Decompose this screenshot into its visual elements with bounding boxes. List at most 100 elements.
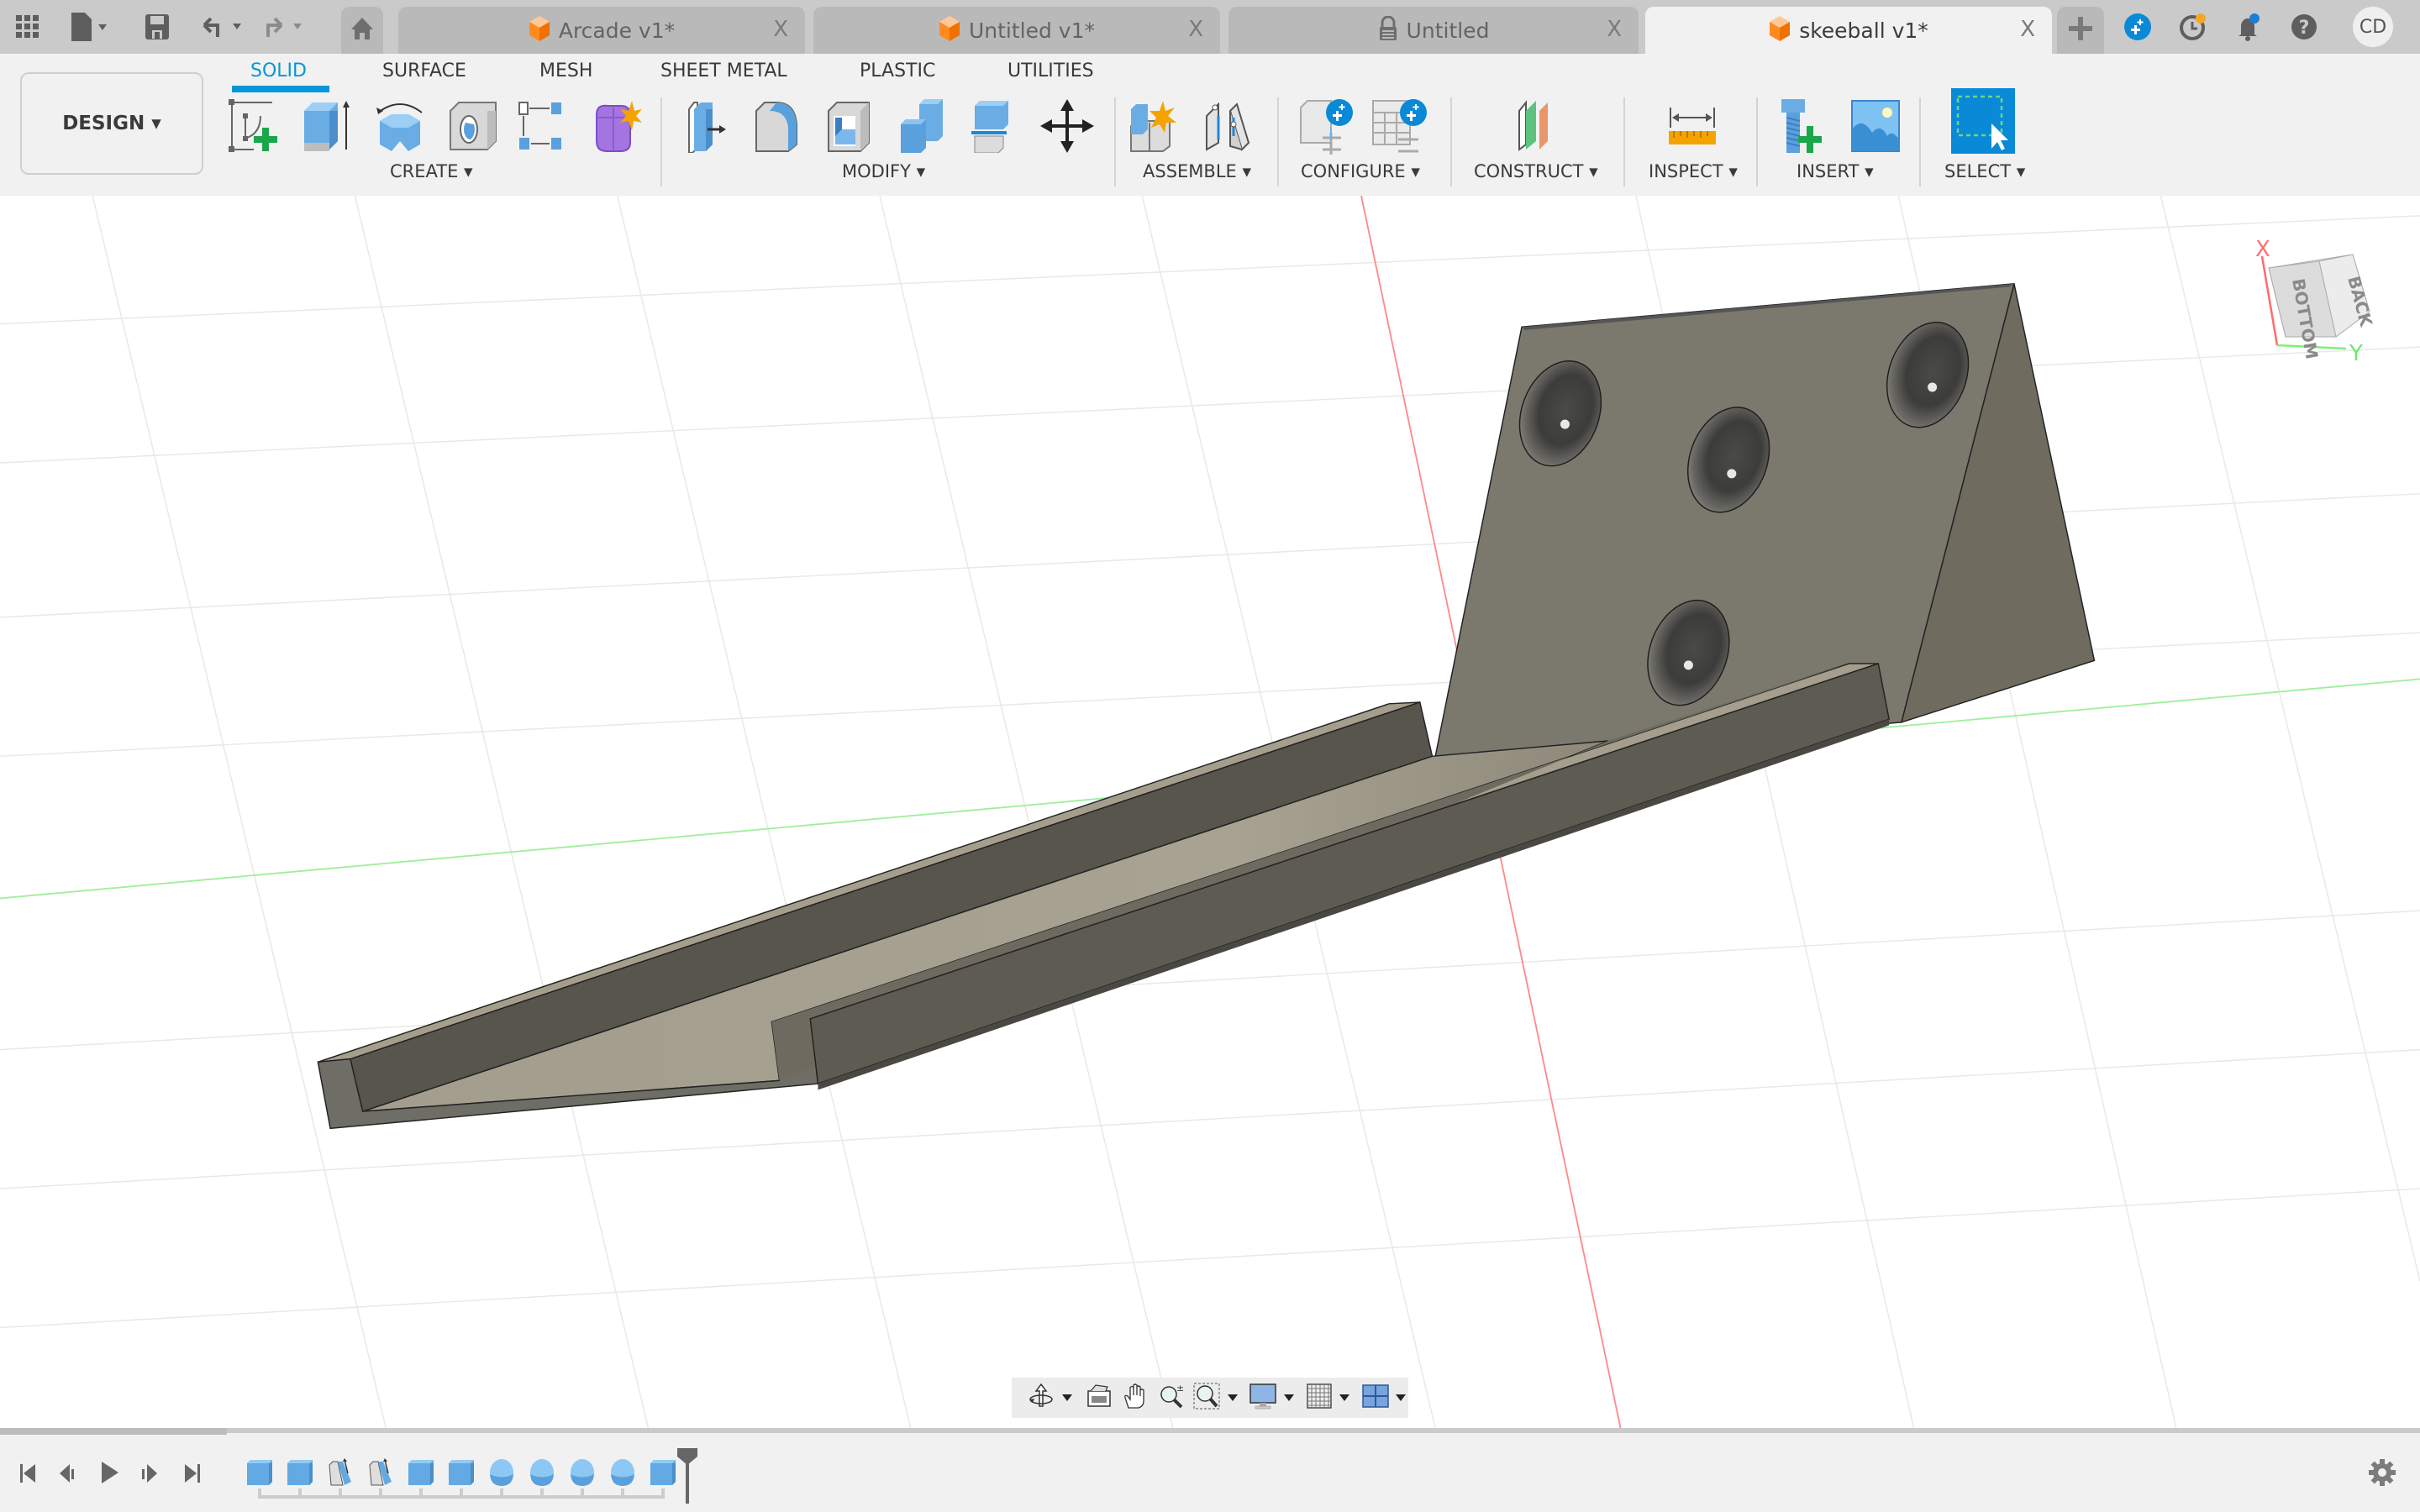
create-sketch-tool[interactable] bbox=[225, 94, 286, 161]
tab-plastic[interactable]: PLASTIC bbox=[860, 60, 935, 81]
insert-mcmaster-tool[interactable] bbox=[1775, 94, 1835, 161]
undo-icon[interactable] bbox=[198, 10, 249, 44]
tab-solid[interactable]: SOLID bbox=[250, 60, 307, 81]
save-icon[interactable] bbox=[143, 10, 171, 44]
group-divider bbox=[1114, 97, 1116, 186]
extrude-tool[interactable] bbox=[297, 94, 358, 161]
configure-menu[interactable]: CONFIGURE ▾ bbox=[1301, 161, 1420, 181]
move-copy-tool[interactable] bbox=[1037, 94, 1097, 161]
tab-mesh[interactable]: MESH bbox=[539, 60, 592, 81]
step-forward-button[interactable] bbox=[138, 1460, 163, 1488]
timeline-feature-extrude[interactable] bbox=[245, 1458, 274, 1487]
grid-icon[interactable] bbox=[12, 10, 44, 44]
new-component-tool[interactable] bbox=[1126, 94, 1186, 161]
user-avatar[interactable]: CD bbox=[2353, 7, 2393, 47]
timeline-feature-draft[interactable] bbox=[326, 1458, 355, 1487]
display-settings-button[interactable] bbox=[1245, 1378, 1281, 1418]
orbit-dropdown[interactable] bbox=[1060, 1378, 1075, 1418]
inspect-menu[interactable]: INSPECT ▾ bbox=[1649, 161, 1738, 181]
timeline-settings-button[interactable] bbox=[2368, 1458, 2396, 1487]
close-icon[interactable]: X bbox=[1607, 17, 1622, 42]
create-form-tool[interactable] bbox=[587, 94, 647, 161]
window-select-tool[interactable] bbox=[1949, 88, 2017, 156]
grid-dropdown[interactable] bbox=[1337, 1378, 1352, 1418]
insert-canvas-tool[interactable] bbox=[1845, 94, 1906, 161]
press-pull-tool[interactable] bbox=[676, 94, 736, 161]
shell-tool[interactable] bbox=[820, 94, 881, 161]
grid-snaps-button[interactable] bbox=[1302, 1378, 1338, 1418]
zoom-icon: ± bbox=[1158, 1383, 1185, 1413]
display-settings-icon bbox=[1249, 1383, 1277, 1413]
timeline-feature-extrude[interactable] bbox=[286, 1458, 314, 1487]
tab-untitled-v1[interactable]: Untitled v1* X bbox=[813, 7, 1220, 54]
timeline-feature-sphere[interactable] bbox=[528, 1458, 556, 1487]
offset-plane-tool[interactable] bbox=[1509, 94, 1570, 161]
step-back-button[interactable] bbox=[55, 1460, 81, 1488]
play-button[interactable] bbox=[97, 1460, 123, 1488]
revolve-icon bbox=[373, 99, 427, 156]
zoom-button[interactable]: ± bbox=[1153, 1378, 1189, 1418]
close-icon[interactable]: X bbox=[1188, 17, 1203, 42]
close-icon[interactable]: X bbox=[773, 17, 788, 42]
view-cube[interactable]: BOTTOM BACK X Y bbox=[2235, 237, 2395, 381]
modify-menu[interactable]: MODIFY ▾ bbox=[842, 161, 925, 181]
notifications-icon[interactable] bbox=[2233, 12, 2264, 42]
timeline-feature-extrude[interactable] bbox=[649, 1458, 677, 1487]
job-status-icon[interactable] bbox=[2178, 12, 2208, 42]
pattern-tool[interactable] bbox=[514, 94, 575, 161]
pan-button[interactable] bbox=[1118, 1378, 1154, 1418]
close-icon[interactable]: X bbox=[2020, 17, 2035, 42]
extensions-icon[interactable] bbox=[2123, 12, 2153, 42]
timeline-feature-sphere[interactable] bbox=[568, 1458, 597, 1487]
timeline-feature-extrude[interactable] bbox=[407, 1458, 435, 1487]
measure-tool[interactable] bbox=[1662, 94, 1723, 161]
file-icon[interactable] bbox=[67, 10, 114, 44]
orbit-button[interactable] bbox=[1023, 1378, 1060, 1418]
workspace-switcher-button[interactable]: DESIGN ▾ bbox=[20, 72, 203, 175]
timeline-feature-extrude[interactable] bbox=[447, 1458, 476, 1487]
group-divider bbox=[660, 97, 662, 186]
design-cube-icon bbox=[529, 15, 550, 45]
go-to-start-button[interactable] bbox=[15, 1460, 40, 1488]
gear-icon bbox=[2368, 1459, 2396, 1490]
3d-viewport-canvas[interactable]: BOTTOM BACK X Y bbox=[0, 196, 2420, 1428]
combine-tool[interactable] bbox=[892, 94, 953, 161]
construct-menu[interactable]: CONSTRUCT ▾ bbox=[1474, 161, 1598, 181]
tab-utilities[interactable]: UTILITIES bbox=[1007, 60, 1094, 81]
configure-tool[interactable] bbox=[1297, 94, 1358, 161]
revolve-tool[interactable] bbox=[370, 94, 430, 161]
select-menu[interactable]: SELECT ▾ bbox=[1944, 161, 2025, 181]
home-tab[interactable] bbox=[341, 7, 383, 54]
joint-tool[interactable] bbox=[1197, 94, 1257, 161]
viewports-dropdown[interactable] bbox=[1393, 1378, 1408, 1418]
tab-arcade[interactable]: Arcade v1* X bbox=[398, 7, 805, 54]
go-to-end-button[interactable] bbox=[180, 1460, 205, 1488]
display-settings-dropdown[interactable] bbox=[1281, 1378, 1297, 1418]
tab-skeeball[interactable]: skeeball v1* X bbox=[1645, 7, 2052, 54]
insert-image-icon bbox=[1849, 99, 1902, 156]
timeline-feature-sphere[interactable] bbox=[608, 1458, 637, 1487]
help-icon[interactable]: ? bbox=[2289, 12, 2319, 42]
group-divider bbox=[1277, 97, 1279, 186]
timeline-marker[interactable] bbox=[677, 1448, 697, 1504]
configuration-table-tool[interactable] bbox=[1370, 94, 1430, 161]
look-at-button[interactable] bbox=[1081, 1378, 1118, 1418]
timeline-feature-sphere[interactable] bbox=[487, 1458, 516, 1487]
tab-sheet-metal[interactable]: SHEET METAL bbox=[660, 60, 787, 81]
fillet-tool[interactable] bbox=[748, 94, 808, 161]
viewports-button[interactable] bbox=[1357, 1378, 1393, 1418]
fusion-app-window: Arcade v1* X Untitled v1* X Untitled X s… bbox=[0, 0, 2420, 1512]
tab-untitled[interactable]: Untitled X bbox=[1228, 7, 1639, 54]
assemble-menu[interactable]: ASSEMBLE ▾ bbox=[1143, 161, 1251, 181]
split-body-tool[interactable] bbox=[965, 94, 1025, 161]
timeline-resize-handle[interactable] bbox=[0, 1428, 227, 1435]
zoom-dropdown[interactable] bbox=[1225, 1378, 1240, 1418]
insert-menu[interactable]: INSERT ▾ bbox=[1797, 161, 1874, 181]
timeline-feature-draft[interactable] bbox=[366, 1458, 395, 1487]
create-menu[interactable]: CREATE ▾ bbox=[390, 161, 473, 181]
new-tab-button[interactable] bbox=[2057, 7, 2104, 54]
fit-button[interactable] bbox=[1189, 1378, 1225, 1418]
tab-surface[interactable]: SURFACE bbox=[382, 60, 466, 81]
hole-tool[interactable] bbox=[442, 94, 502, 161]
redo-icon[interactable] bbox=[260, 10, 311, 44]
